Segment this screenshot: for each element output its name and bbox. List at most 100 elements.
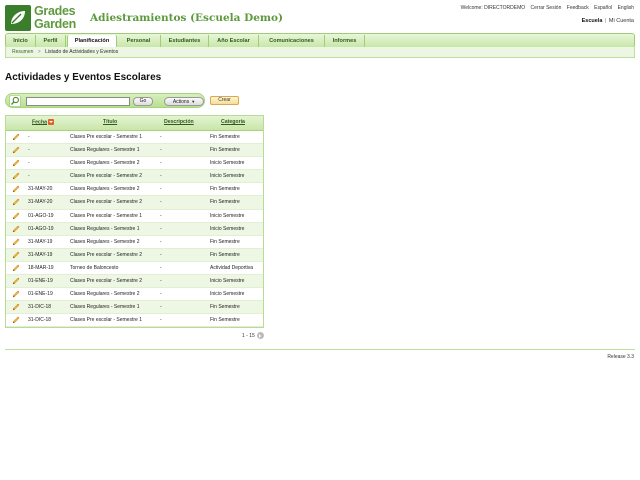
table-row: 01-AGO-19 Clases Regulares - Semestre 1 - I… [6, 222, 263, 236]
cell-categoria: Inicio Semestre [210, 225, 245, 232]
pencil-icon[interactable] [12, 225, 20, 233]
tab-perfil[interactable]: Perfil [36, 35, 66, 47]
context-my-account[interactable]: Mi Cuenta [609, 18, 634, 24]
tab-estudiantes[interactable]: Estudiantes [161, 35, 209, 47]
pencil-icon[interactable] [12, 290, 20, 298]
pencil-icon[interactable] [12, 238, 20, 246]
tab-personal[interactable]: Personal [117, 35, 161, 47]
logo-wordmark: Grades Garden [34, 5, 76, 30]
logo[interactable]: Grades Garden [5, 5, 83, 31]
table-row: 01-ENE-19 Clases Pre escolar - Semestre 2… [6, 275, 263, 289]
pagination: 1 - 15 [242, 332, 264, 339]
table-row: 31-MAY-19 Clases Regulares - Semestre 2 - F… [6, 235, 263, 249]
cell-descripcion: - [160, 264, 162, 271]
table-header: Fecha Título Descripción Categoría [6, 116, 263, 131]
column-header-titulo[interactable]: Título [103, 119, 117, 125]
pencil-icon[interactable] [12, 251, 20, 259]
tab-comunicaciones[interactable]: Comunicaciones [259, 35, 325, 47]
app-title: Adiestramientos (Escuela Demo) [90, 12, 283, 24]
column-header-categoria[interactable]: Categoría [221, 119, 245, 125]
pencil-icon[interactable] [12, 316, 20, 324]
lang-es-link[interactable]: Español [594, 5, 612, 11]
cell-fecha: - [28, 147, 30, 154]
pencil-icon[interactable] [12, 172, 20, 180]
breadcrumb-root[interactable]: Resumen [12, 49, 33, 55]
table-row: - Clases Pre escolar - Semestre 1 - Fin Sem… [6, 131, 263, 145]
cell-descripcion: - [160, 251, 162, 258]
logout-link[interactable]: Cerrar Sesión [531, 5, 562, 11]
cell-descripcion: - [160, 186, 162, 193]
cell-descripcion: - [160, 173, 162, 180]
cell-descripcion: - [160, 278, 162, 285]
cell-categoria: Fin Semestre [210, 134, 240, 140]
breadcrumb-current: Listado de Actividades y Eventos [45, 49, 119, 55]
column-header-fecha[interactable]: Fecha [32, 119, 54, 125]
column-header-descripcion[interactable]: Descripción [164, 119, 194, 125]
pencil-icon[interactable] [12, 159, 20, 167]
cell-titulo: Clases Regulares - Semestre 2 [70, 186, 140, 193]
pencil-icon[interactable] [12, 185, 20, 193]
cell-categoria: Fin Semestre [210, 238, 240, 245]
cell-titulo: Clases Regulares - Semestre 2 [70, 291, 140, 298]
cell-descripcion: - [160, 225, 162, 232]
table-row: - Clases Regulares - Semestre 2 - Inicio Se… [6, 157, 263, 171]
pencil-icon[interactable] [12, 198, 20, 206]
table-body: - Clases Pre escolar - Semestre 1 - Fin Sem… [6, 131, 263, 328]
cell-descripcion: - [160, 160, 162, 167]
cell-titulo: Clases Pre escolar - Semestre 1 [70, 212, 142, 219]
context-separator: | [604, 18, 607, 24]
lang-en-link[interactable]: English [618, 5, 634, 11]
cell-fecha: 31-MAY-20 [28, 199, 53, 206]
cell-titulo: Clases Pre escolar - Semestre 2 [70, 173, 142, 180]
main-nav: Inicio Perfil Planificación Personal Est… [5, 33, 635, 48]
cell-categoria: Fin Semestre [210, 251, 240, 258]
pencil-icon[interactable] [12, 212, 20, 220]
cell-fecha: - [28, 173, 30, 180]
cell-titulo: Clases Pre escolar - Semestre 1 [70, 134, 142, 140]
cell-fecha: 31-MAY-19 [28, 238, 53, 245]
feedback-link[interactable]: Feedback [567, 5, 589, 11]
context-school[interactable]: Escuela [582, 18, 603, 24]
go-button[interactable]: Go [133, 97, 153, 106]
cell-categoria: Inicio Semestre [210, 212, 245, 219]
next-page-icon[interactable] [256, 332, 264, 339]
cell-categoria: Fin Semestre [210, 304, 240, 311]
sort-desc-icon[interactable] [48, 119, 54, 125]
cell-fecha: - [28, 160, 30, 167]
create-button[interactable]: Crear [210, 96, 239, 105]
cell-descripcion: - [160, 147, 162, 154]
tab-ano-escolar[interactable]: Año Escolar [209, 35, 259, 47]
cell-descripcion: - [160, 212, 162, 219]
search-input[interactable] [26, 97, 130, 106]
table-row: 31-MAY-20 Clases Pre escolar - Semestre 2… [6, 196, 263, 210]
table-row: 31-DIC-18 Clases Regulares - Semestre 1 - F… [6, 301, 263, 315]
top-links: Welcome: DIRECTORDEMO Cerrar Sesión Feed… [461, 5, 634, 11]
pencil-icon[interactable] [12, 133, 20, 141]
tab-planificacion[interactable]: Planificación [67, 35, 117, 47]
cell-titulo: Clases Pre escolar - Semestre 2 [70, 199, 142, 206]
cell-descripcion: - [160, 291, 162, 298]
pencil-icon[interactable] [12, 277, 20, 285]
cell-fecha: 01-ENE-19 [28, 291, 53, 298]
cell-fecha: 31-MAY-19 [28, 251, 53, 258]
cell-titulo: Clases Regulares - Semestre 1 [70, 147, 140, 154]
cell-titulo: Clases Regulares - Semestre 2 [70, 160, 140, 167]
magnifier-icon [9, 95, 21, 107]
pencil-icon[interactable] [12, 264, 20, 272]
pencil-icon[interactable] [12, 146, 20, 154]
cell-titulo: Clases Regulares - Semestre 2 [70, 238, 140, 245]
table-row: 18-MAR-19 Torneo de Baloncesto - Actividad … [6, 261, 263, 276]
tab-inicio[interactable]: Inicio [6, 35, 36, 47]
cell-fecha: - [28, 134, 30, 140]
cell-titulo: Clases Pre escolar - Semestre 1 [70, 317, 142, 324]
table-row: - Clases Pre escolar - Semestre 2 - Inicio … [6, 170, 263, 184]
release-label: Release 3.3 [607, 354, 634, 360]
cell-titulo: Torneo de Baloncesto [70, 264, 119, 271]
cell-fecha: 18-MAR-19 [28, 264, 54, 271]
tab-informes[interactable]: Informes [325, 35, 365, 47]
cell-fecha: 01-AGO-19 [28, 212, 54, 219]
actions-menu-button[interactable]: Actions ▼ [164, 97, 204, 106]
pencil-icon[interactable] [12, 303, 20, 311]
cell-descripcion: - [160, 134, 162, 140]
table-row: 01-ENE-19 Clases Regulares - Semestre 2 - I… [6, 288, 263, 302]
